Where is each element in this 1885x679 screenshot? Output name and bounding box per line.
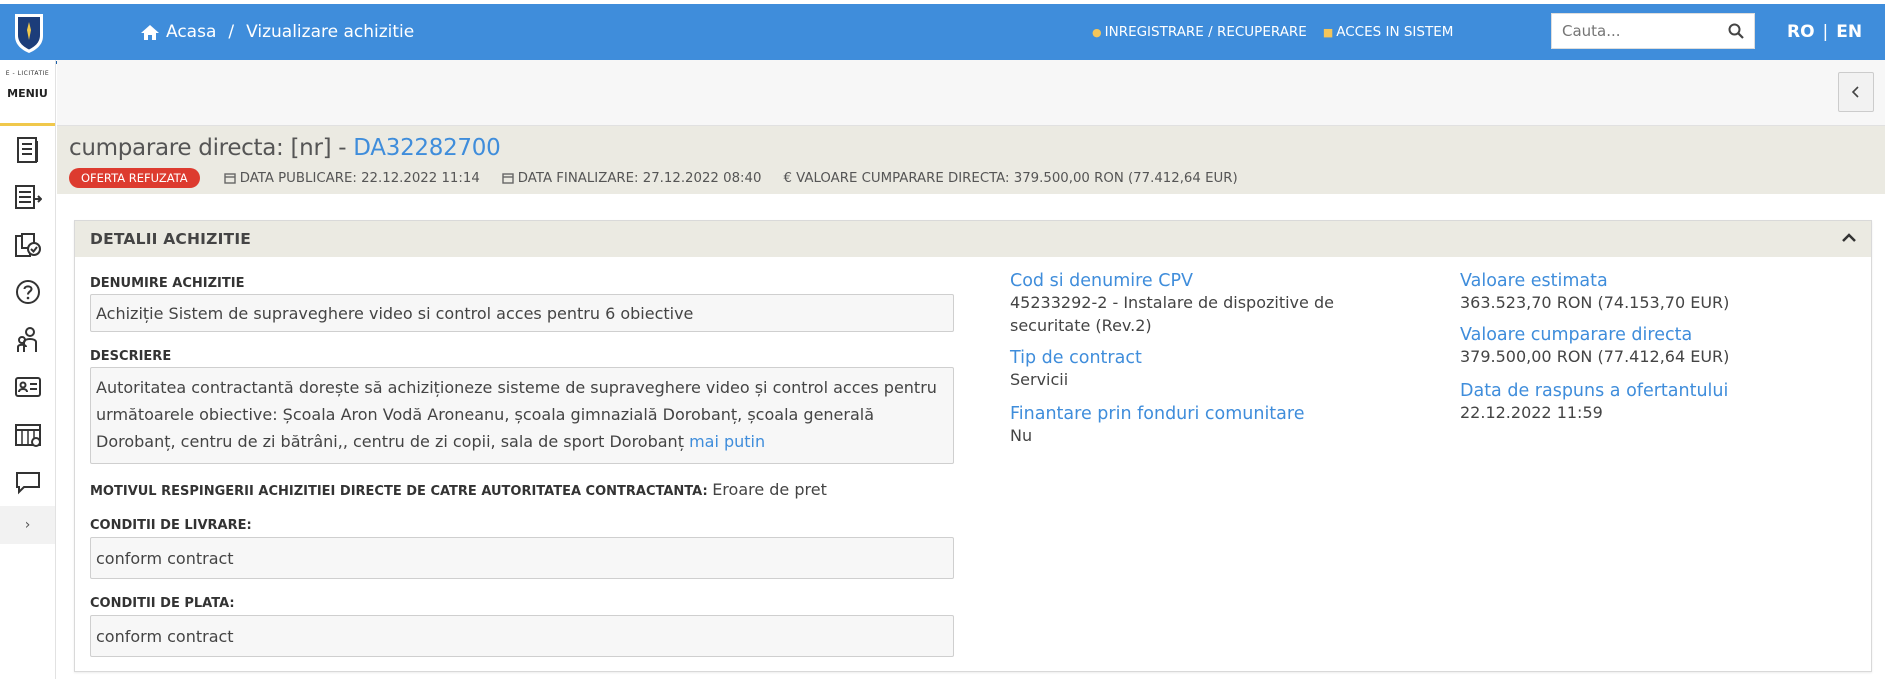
folder-check-icon bbox=[14, 232, 41, 257]
status-badge: OFERTA REFUZATA bbox=[69, 168, 200, 188]
calendar-small-icon bbox=[502, 172, 514, 184]
sidebar-item-chat[interactable] bbox=[0, 459, 55, 507]
top-nav: ● INREGISTRARE / RECUPERARE ■ ACCES IN S… bbox=[1092, 4, 1469, 60]
sidebar-item-list[interactable] bbox=[0, 174, 55, 222]
details-card: DETALII ACHIZITIE DENUMIRE ACHIZITIE Ach… bbox=[74, 220, 1872, 672]
register-link[interactable]: ● INREGISTRARE / RECUPERARE bbox=[1092, 24, 1307, 40]
calendar-icon bbox=[14, 423, 41, 447]
lang-separator: | bbox=[1822, 22, 1829, 42]
estimated-value-title: Valoare estimata bbox=[1460, 271, 1608, 291]
breadcrumb-home[interactable]: Acasa bbox=[166, 22, 216, 42]
top-bar: Acasa / Vizualizare achizitie ● INREGIST… bbox=[0, 4, 1885, 64]
show-less-link[interactable]: mai putin bbox=[689, 432, 765, 451]
eu-funds-title: Finantare prin fonduri comunitare bbox=[1010, 404, 1305, 424]
register-label: INREGISTRARE / RECUPERARE bbox=[1104, 24, 1307, 40]
delivery-label: CONDITII DE LIVRARE: bbox=[90, 518, 252, 533]
document-icon bbox=[16, 136, 38, 163]
meta-value: € VALOARE CUMPARARE DIRECTA: 379.500,00 … bbox=[783, 171, 1237, 186]
description-field: Autoritatea contractantă dorește să achi… bbox=[90, 367, 954, 464]
users-icon bbox=[16, 326, 37, 352]
search-box bbox=[1551, 13, 1755, 49]
card-header[interactable]: DETALII ACHIZITIE bbox=[75, 221, 1871, 257]
sidebar-brand: E - LICITATIE MENIU bbox=[0, 60, 55, 126]
card-title: DETALII ACHIZITIE bbox=[90, 230, 252, 248]
direct-purchase-value: € VALOARE CUMPARARE DIRECTA: 379.500,00 … bbox=[783, 170, 1238, 186]
rejection-reason: MOTIVUL RESPINGERII ACHIZITIEI DIRECTE D… bbox=[90, 480, 827, 499]
sidebar-brand-small: E - LICITATIE bbox=[5, 70, 50, 77]
user-icon: ● bbox=[1092, 25, 1102, 39]
description-label: DESCRIERE bbox=[90, 349, 172, 364]
sidebar: E - LICITATIE MENIU › bbox=[0, 60, 56, 679]
chat-icon bbox=[15, 472, 40, 495]
contract-type-value: Servicii bbox=[1010, 370, 1069, 389]
sidebar-item-help[interactable] bbox=[0, 269, 55, 317]
sidebar-item-calendar[interactable] bbox=[0, 411, 55, 459]
chevron-up-icon[interactable] bbox=[1841, 230, 1857, 244]
rejection-reason-label: MOTIVUL RESPINGERII ACHIZITIEI DIRECTE D… bbox=[90, 484, 708, 499]
name-label: DENUMIRE ACHIZITIE bbox=[90, 276, 245, 291]
collapse-panel-button[interactable] bbox=[1838, 72, 1874, 112]
acquisition-code: DA32282700 bbox=[353, 135, 501, 161]
lang-en[interactable]: EN bbox=[1836, 22, 1862, 42]
id-card-icon bbox=[14, 377, 41, 398]
direct-value: 379.500,00 RON (77.412,64 EUR) bbox=[1460, 347, 1730, 366]
published-date: DATA PUBLICARE: 22.12.2022 11:14 bbox=[239, 170, 480, 186]
payment-field: conform contract bbox=[90, 615, 954, 657]
search-input[interactable] bbox=[1562, 22, 1712, 40]
breadcrumb-current: Vizualizare achizitie bbox=[246, 22, 415, 42]
help-icon bbox=[15, 280, 40, 305]
sidebar-item-users[interactable] bbox=[0, 316, 55, 364]
list-export-icon bbox=[14, 185, 42, 210]
sidebar-item-folder-check[interactable] bbox=[0, 221, 55, 269]
sidebar-menu-label[interactable]: MENIU bbox=[0, 87, 55, 100]
estimated-value: 363.523,70 RON (74.153,70 EUR) bbox=[1460, 293, 1730, 312]
chevron-left-icon bbox=[1851, 86, 1859, 98]
sidebar-expand-button[interactable]: › bbox=[0, 506, 55, 544]
subheader bbox=[57, 60, 1885, 126]
response-date-value: 22.12.2022 11:59 bbox=[1460, 403, 1603, 422]
contract-type-title: Tip de contract bbox=[1010, 348, 1142, 368]
login-label: ACCES IN SISTEM bbox=[1336, 24, 1454, 40]
sidebar-item-documents[interactable] bbox=[0, 126, 55, 174]
direct-value-title: Valoare cumparare directa bbox=[1460, 325, 1693, 345]
logo-icon[interactable] bbox=[12, 10, 46, 54]
meta-published: DATA PUBLICARE: 22.12.2022 11:14 bbox=[223, 170, 480, 186]
finalized-date: DATA FINALIZARE: 27.12.2022 08:40 bbox=[517, 170, 762, 186]
page-title-prefix: cumparare directa: [nr] - bbox=[69, 135, 354, 161]
delivery-field: conform contract bbox=[90, 537, 954, 579]
response-date-title: Data de raspuns a ofertantului bbox=[1460, 381, 1729, 401]
rejection-reason-value: Eroare de pret bbox=[712, 480, 827, 499]
lock-icon: ■ bbox=[1322, 25, 1334, 39]
calendar-small-icon bbox=[223, 172, 236, 184]
payment-label: CONDITII DE PLATA: bbox=[90, 596, 235, 611]
sidebar-item-id-card[interactable] bbox=[0, 364, 55, 412]
home-icon[interactable] bbox=[140, 24, 160, 41]
description-text: Autoritatea contractantă dorește să achi… bbox=[96, 378, 937, 451]
meta-finalized: DATA FINALIZARE: 27.12.2022 08:40 bbox=[502, 170, 762, 186]
login-link[interactable]: ■ ACCES IN SISTEM bbox=[1323, 24, 1454, 40]
search-icon[interactable] bbox=[1728, 23, 1744, 39]
cpv-value: 45233292-2 - Instalare de dispozitive de… bbox=[1010, 293, 1334, 335]
language-switch: RO | EN bbox=[1787, 4, 1862, 60]
page-title: cumparare directa: [nr] - DA32282700 bbox=[69, 135, 501, 161]
name-field: Achiziție Sistem de supraveghere video s… bbox=[90, 294, 954, 332]
lang-ro[interactable]: RO bbox=[1787, 22, 1815, 42]
cpv-title: Cod si denumire CPV bbox=[1010, 271, 1193, 291]
breadcrumb: Acasa / Vizualizare achizitie bbox=[140, 4, 414, 60]
meta-row: OFERTA REFUZATA DATA PUBLICARE: 22.12.20… bbox=[69, 166, 1260, 190]
eu-funds-value: Nu bbox=[1010, 426, 1033, 445]
breadcrumb-separator: / bbox=[228, 22, 235, 42]
